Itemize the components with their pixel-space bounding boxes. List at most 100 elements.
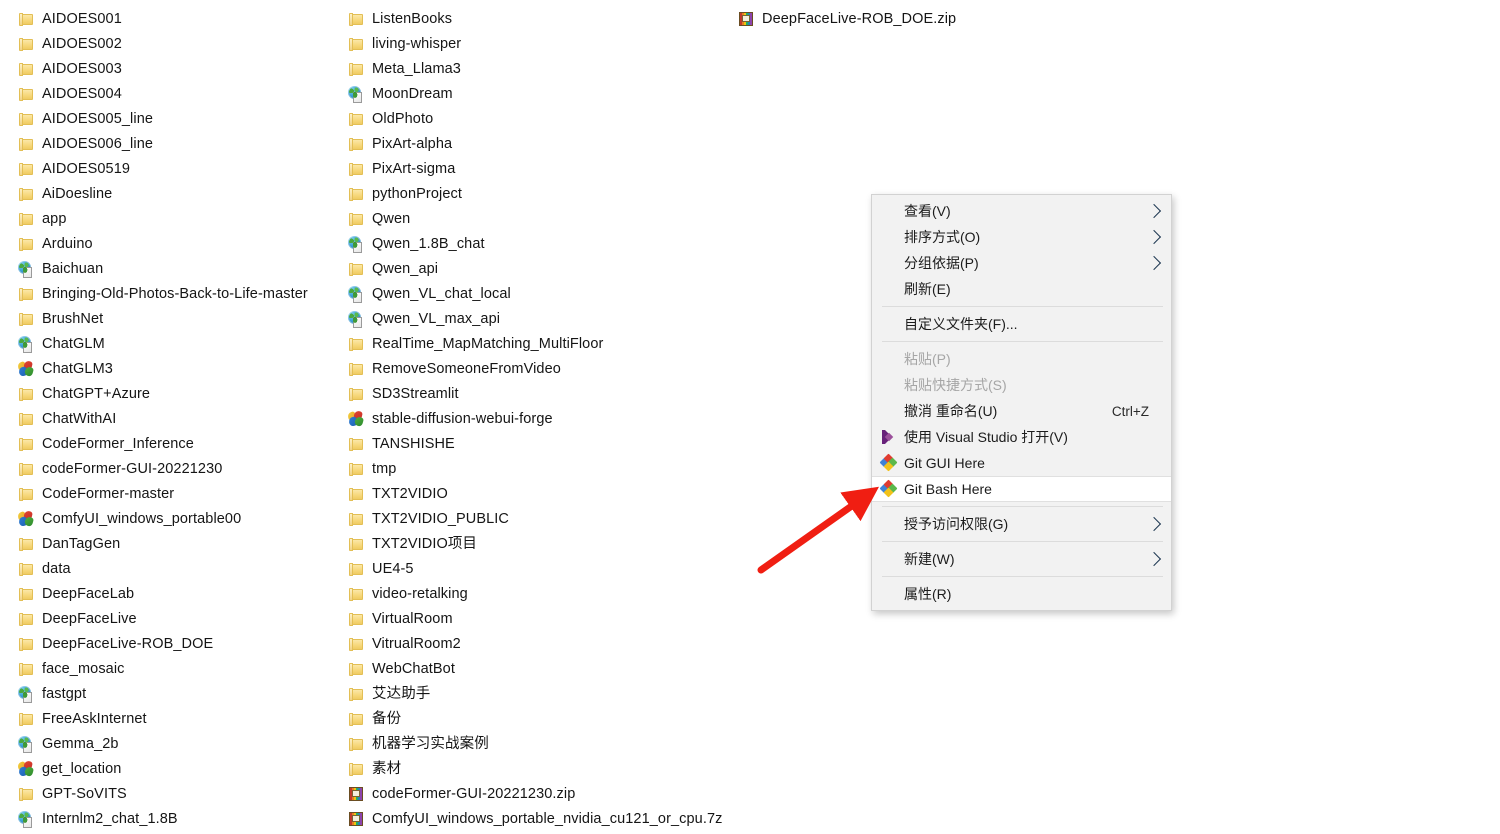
- file-list-item[interactable]: BrushNet: [18, 307, 348, 332]
- context-menu-item[interactable]: 自定义文件夹(F)...: [872, 311, 1171, 337]
- file-list-item[interactable]: MoonDream: [348, 82, 738, 107]
- file-list-item[interactable]: DeepFaceLive: [18, 607, 348, 632]
- file-list-item[interactable]: OldPhoto: [348, 107, 738, 132]
- file-list-pane: AIDOES001 AIDOES002 AIDOES003 AIDOES004 AIDO…: [0, 0, 1500, 834]
- context-menu-item[interactable]: Git GUI Here: [872, 450, 1171, 476]
- menu-separator: [882, 306, 1163, 307]
- menu-icon-placeholder: [880, 350, 898, 368]
- file-list-item[interactable]: AIDOES001: [18, 7, 348, 32]
- file-list-item[interactable]: app: [18, 207, 348, 232]
- file-list-item[interactable]: Arduino: [18, 232, 348, 257]
- file-list-item[interactable]: get_location: [16, 757, 348, 782]
- file-list-item[interactable]: AIDOES006_line: [18, 132, 348, 157]
- context-menu[interactable]: 查看(V) 排序方式(O) 分组依据(P) 刷新(E) 自定义文件夹(F)... 粘贴(P…: [871, 194, 1172, 611]
- folder-icon: [18, 411, 35, 428]
- file-list-item[interactable]: DanTagGen: [18, 532, 348, 557]
- file-list-item[interactable]: ListenBooks: [348, 7, 738, 32]
- context-menu-item[interactable]: 新建(W): [872, 546, 1171, 572]
- file-list-item[interactable]: 素材: [348, 757, 738, 782]
- file-list-item[interactable]: Qwen_VL_max_api: [348, 307, 738, 332]
- file-list-item[interactable]: VirtualRoom: [348, 607, 738, 632]
- file-list-item[interactable]: video-retalking: [348, 582, 738, 607]
- file-list-item[interactable]: tmp: [348, 457, 738, 482]
- file-list-item[interactable]: PixArt-sigma: [348, 157, 738, 182]
- file-list-item[interactable]: FreeAskInternet: [18, 707, 348, 732]
- context-menu-item: 粘贴快捷方式(S): [872, 372, 1171, 398]
- file-list-item[interactable]: Qwen: [348, 207, 738, 232]
- file-list-item[interactable]: ComfyUI_windows_portable00: [16, 507, 348, 532]
- file-item-label: GPT-SoVITS: [42, 786, 127, 803]
- context-menu-item[interactable]: 授予访问权限(G): [872, 511, 1171, 537]
- file-list-item[interactable]: AIDOES004: [18, 82, 348, 107]
- context-menu-item[interactable]: 排序方式(O): [872, 224, 1171, 250]
- file-list-item[interactable]: codeFormer-GUI-20221230: [18, 457, 348, 482]
- file-list-item[interactable]: 艾达助手: [348, 682, 738, 707]
- file-item-label: Baichuan: [42, 261, 104, 278]
- file-list-item[interactable]: data: [18, 557, 348, 582]
- file-item-label: MoonDream: [372, 86, 453, 103]
- file-list-item[interactable]: Gemma_2b: [18, 732, 348, 757]
- folder-icon: [348, 736, 365, 753]
- file-list-item[interactable]: Bringing-Old-Photos-Back-to-Life-master: [18, 282, 348, 307]
- folder-icon: [348, 511, 365, 528]
- menu-separator: [882, 541, 1163, 542]
- file-list-item[interactable]: stable-diffusion-webui-forge: [346, 407, 738, 432]
- file-list-item[interactable]: fastgpt: [18, 682, 348, 707]
- file-list-item[interactable]: ComfyUI_windows_portable_nvidia_cu121_or…: [348, 807, 738, 832]
- context-menu-item[interactable]: 使用 Visual Studio 打开(V): [872, 424, 1171, 450]
- file-list-item[interactable]: 机器学习实战案例: [348, 732, 738, 757]
- file-list-item[interactable]: CodeFormer_Inference: [18, 432, 348, 457]
- file-list-item[interactable]: TXT2VIDIO_PUBLIC: [348, 507, 738, 532]
- file-list-item[interactable]: ChatGLM3: [16, 357, 348, 382]
- context-menu-item[interactable]: 查看(V): [872, 198, 1171, 224]
- context-menu-item[interactable]: 撤消 重命名(U) Ctrl+Z: [872, 398, 1171, 424]
- file-list-item[interactable]: Baichuan: [18, 257, 348, 282]
- context-menu-item[interactable]: 属性(R): [872, 581, 1171, 607]
- context-menu-item[interactable]: 刷新(E): [872, 276, 1171, 302]
- context-menu-item[interactable]: 分组依据(P): [872, 250, 1171, 276]
- file-list-item[interactable]: face_mosaic: [18, 657, 348, 682]
- file-list-item[interactable]: AiDoesline: [18, 182, 348, 207]
- file-list-item[interactable]: Qwen_VL_chat_local: [348, 282, 738, 307]
- file-list-item[interactable]: RemoveSomeoneFromVideo: [348, 357, 738, 382]
- file-list-item[interactable]: DeepFaceLive-ROB_DOE: [18, 632, 348, 657]
- file-list-item[interactable]: living-whisper: [348, 32, 738, 57]
- context-menu-item[interactable]: Git Bash Here: [872, 476, 1171, 502]
- folder-icon: [18, 111, 35, 128]
- file-list-item[interactable]: DeepFaceLive-ROB_DOE.zip: [738, 7, 1138, 32]
- file-list-item[interactable]: Qwen_api: [348, 257, 738, 282]
- file-list-item[interactable]: TXT2VIDIO: [348, 482, 738, 507]
- file-list-item[interactable]: AIDOES0519: [18, 157, 348, 182]
- file-list-item[interactable]: ChatGLM: [18, 332, 348, 357]
- file-list-item[interactable]: PixArt-alpha: [348, 132, 738, 157]
- context-menu-item-label: 自定义文件夹(F)...: [904, 316, 1018, 332]
- file-list-item[interactable]: SD3Streamlit: [348, 382, 738, 407]
- file-item-label: ChatGLM: [42, 336, 105, 353]
- file-list-item[interactable]: AIDOES003: [18, 57, 348, 82]
- file-list-item[interactable]: Qwen_1.8B_chat: [348, 232, 738, 257]
- file-list-item[interactable]: ChatWithAI: [18, 407, 348, 432]
- file-item-label: stable-diffusion-webui-forge: [372, 411, 553, 428]
- file-list-item[interactable]: GPT-SoVITS: [18, 782, 348, 807]
- file-list-item[interactable]: AIDOES002: [18, 32, 348, 57]
- file-item-label: Qwen: [372, 211, 411, 228]
- file-list-item[interactable]: Meta_Llama3: [348, 57, 738, 82]
- file-list-item[interactable]: TANSHISHE: [348, 432, 738, 457]
- file-list-item[interactable]: AIDOES005_line: [18, 107, 348, 132]
- file-list-item[interactable]: ChatGPT+Azure: [18, 382, 348, 407]
- file-list-item[interactable]: DeepFaceLab: [18, 582, 348, 607]
- file-list-item[interactable]: pythonProject: [348, 182, 738, 207]
- globe-page-icon: [23, 342, 32, 353]
- file-list-item[interactable]: codeFormer-GUI-20221230.zip: [348, 782, 738, 807]
- file-list-item[interactable]: 备份: [348, 707, 738, 732]
- file-list-item[interactable]: VitrualRoom2: [348, 632, 738, 657]
- file-item-label: CodeFormer-master: [42, 486, 175, 503]
- file-list-item[interactable]: RealTime_MapMatching_MultiFloor: [348, 332, 738, 357]
- file-list-item[interactable]: UE4-5: [348, 557, 738, 582]
- file-list-item[interactable]: TXT2VIDIO项目: [348, 532, 738, 557]
- menu-separator: [882, 576, 1163, 577]
- file-list-item[interactable]: WebChatBot: [348, 657, 738, 682]
- file-list-item[interactable]: Internlm2_chat_1.8B: [18, 807, 348, 832]
- file-list-item[interactable]: CodeFormer-master: [18, 482, 348, 507]
- context-menu-item-label: 授予访问权限(G): [904, 516, 1009, 532]
